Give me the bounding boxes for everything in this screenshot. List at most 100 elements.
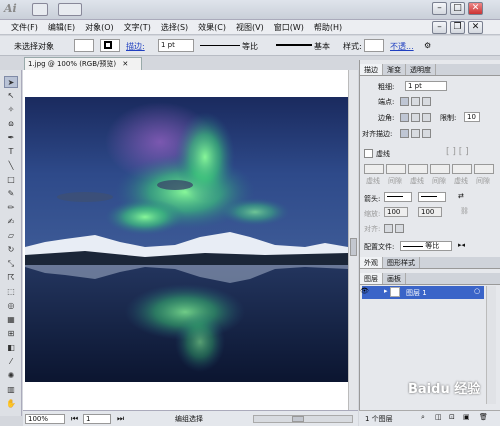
tab-appearance[interactable]: 外观	[360, 257, 383, 268]
line-tool-icon[interactable]: ╲	[4, 160, 18, 172]
last-artboard-icon[interactable]: ⏭	[117, 414, 124, 424]
rectangle-tool-icon[interactable]: □	[4, 174, 18, 186]
tab-graphic-styles[interactable]: 图形样式	[383, 257, 420, 268]
magic-wand-tool-icon[interactable]: ✧	[4, 104, 18, 116]
minimize-button[interactable]: –	[432, 2, 447, 15]
menu-edit[interactable]: 编辑(E)	[43, 22, 80, 33]
flip-profile-icons[interactable]: ▸◂	[458, 241, 465, 249]
layers-scrollbar[interactable]	[486, 286, 496, 404]
scroll-thumb[interactable]	[350, 238, 357, 256]
type-tool-icon[interactable]: T	[4, 146, 18, 158]
vertical-scrollbar[interactable]	[348, 70, 358, 410]
graph-tool-icon[interactable]: ▥	[4, 384, 18, 396]
profile-select[interactable]: 等比	[400, 241, 452, 251]
gap-field-1[interactable]	[386, 164, 406, 174]
tab-layers[interactable]: 图层	[360, 273, 383, 284]
dash-field-3[interactable]	[452, 164, 472, 174]
symbol-sprayer-tool-icon[interactable]: ✺	[4, 370, 18, 382]
layer-name[interactable]: 图层 1	[406, 288, 427, 298]
butt-cap-icon[interactable]	[400, 97, 409, 106]
aurora-image[interactable]	[25, 97, 348, 382]
doc-close-button[interactable]: ✕	[468, 21, 483, 34]
target-circle-icon[interactable]: ○	[474, 287, 480, 295]
dash-field-2[interactable]	[408, 164, 428, 174]
tab-gradient[interactable]: 渐变	[383, 64, 406, 75]
eraser-tool-icon[interactable]: ▱	[4, 230, 18, 242]
shape-builder-tool-icon[interactable]: ◎	[4, 300, 18, 312]
limit-field[interactable]: 10	[464, 112, 480, 122]
zoom-field[interactable]: 100%	[25, 414, 65, 424]
stroke-color-swatch[interactable]	[100, 39, 120, 52]
delete-layer-icon[interactable]: 🗑	[479, 413, 488, 421]
first-artboard-icon[interactable]: ⏮	[71, 414, 78, 424]
round-cap-icon[interactable]	[411, 97, 420, 106]
menu-window[interactable]: 窗口(W)	[269, 22, 309, 33]
arrange-documents-icon[interactable]	[58, 3, 82, 16]
rotate-tool-icon[interactable]: ↻	[4, 244, 18, 256]
new-layer-icon[interactable]: ▣	[463, 413, 470, 421]
lasso-tool-icon[interactable]: ɷ	[4, 118, 18, 130]
visibility-eye-icon[interactable]: 👁	[360, 287, 369, 295]
start-scale-field[interactable]: 100	[384, 207, 408, 217]
brush-label[interactable]: 基本	[314, 41, 330, 52]
eyedropper-tool-icon[interactable]: ⁄	[4, 356, 18, 368]
locate-object-icon[interactable]: ⌕	[421, 413, 425, 422]
link-scale-icon[interactable]: ⛓	[460, 207, 469, 215]
gradient-tool-icon[interactable]: ◧	[4, 342, 18, 354]
bridge-icon[interactable]	[32, 3, 48, 16]
scale-tool-icon[interactable]: ⤡	[4, 258, 18, 270]
expand-triangle-icon[interactable]: ▸	[384, 287, 388, 295]
menu-view[interactable]: 视图(V)	[231, 22, 269, 33]
round-join-icon[interactable]	[411, 113, 420, 122]
options-icon[interactable]: ⚙	[424, 41, 431, 50]
clipping-mask-icon[interactable]: ◫	[435, 413, 442, 421]
bevel-join-icon[interactable]	[422, 113, 431, 122]
artboard-number-field[interactable]: 1	[83, 414, 111, 424]
menu-select[interactable]: 选择(S)	[156, 22, 193, 33]
mesh-tool-icon[interactable]: ⊞	[4, 328, 18, 340]
blob-brush-tool-icon[interactable]: ✍	[4, 216, 18, 228]
pen-tool-icon[interactable]: ✒	[4, 132, 18, 144]
perspective-grid-tool-icon[interactable]: ▦	[4, 314, 18, 326]
dashed-line-checkbox[interactable]	[364, 149, 373, 158]
h-scroll-thumb[interactable]	[292, 416, 304, 422]
dash-field-1[interactable]	[364, 164, 384, 174]
close-button[interactable]: ✕	[468, 2, 483, 15]
layer-row[interactable]: 👁 ▸ 图层 1 ○	[360, 286, 484, 299]
gap-field-2[interactable]	[430, 164, 450, 174]
gap-field-3[interactable]	[474, 164, 494, 174]
menu-type[interactable]: 文字(T)	[119, 22, 156, 33]
miter-join-icon[interactable]	[400, 113, 409, 122]
doc-restore-button[interactable]: ❐	[450, 21, 465, 34]
menu-object[interactable]: 对象(O)	[80, 22, 119, 33]
selection-tool-icon[interactable]: ➤	[4, 76, 18, 88]
weight-field[interactable]: 1 pt	[405, 81, 447, 91]
warp-tool-icon[interactable]: ☈	[4, 272, 18, 284]
style-swatch[interactable]	[364, 39, 384, 52]
paintbrush-tool-icon[interactable]: ✎	[4, 188, 18, 200]
profile-label[interactable]: 等比	[242, 41, 258, 52]
doc-minimize-button[interactable]: –	[432, 21, 447, 34]
maximize-button[interactable]: □	[450, 2, 465, 15]
document-tab[interactable]: 1.jpg @ 100% (RGB/预览) ✕	[24, 57, 142, 70]
align-inside-icon[interactable]	[411, 129, 420, 138]
arrow-tip-beyond-icon[interactable]	[384, 224, 393, 233]
menu-file[interactable]: 文件(F)	[6, 22, 43, 33]
projecting-cap-icon[interactable]	[422, 97, 431, 106]
tab-transparency[interactable]: 透明度	[406, 64, 436, 75]
stroke-weight-field[interactable]: 1 pt	[158, 39, 194, 52]
direct-selection-tool-icon[interactable]: ↖	[4, 90, 18, 102]
start-arrow-select[interactable]	[384, 192, 412, 202]
fill-color-swatch[interactable]	[74, 39, 94, 52]
menu-effect[interactable]: 效果(C)	[193, 22, 231, 33]
align-center-icon[interactable]	[400, 129, 409, 138]
horizontal-scrollbar[interactable]	[253, 415, 353, 423]
arrow-tip-at-end-icon[interactable]	[395, 224, 404, 233]
dash-preserve-icon[interactable]: [ ] [ ]	[446, 147, 469, 157]
tab-artboards[interactable]: 画板	[383, 273, 406, 284]
end-scale-field[interactable]: 100	[418, 207, 442, 217]
swap-arrows-icon[interactable]: ⇄	[458, 192, 464, 200]
stroke-link[interactable]: 描边:	[126, 41, 145, 52]
close-tab-icon[interactable]: ✕	[122, 60, 128, 68]
end-arrow-select[interactable]	[418, 192, 446, 202]
